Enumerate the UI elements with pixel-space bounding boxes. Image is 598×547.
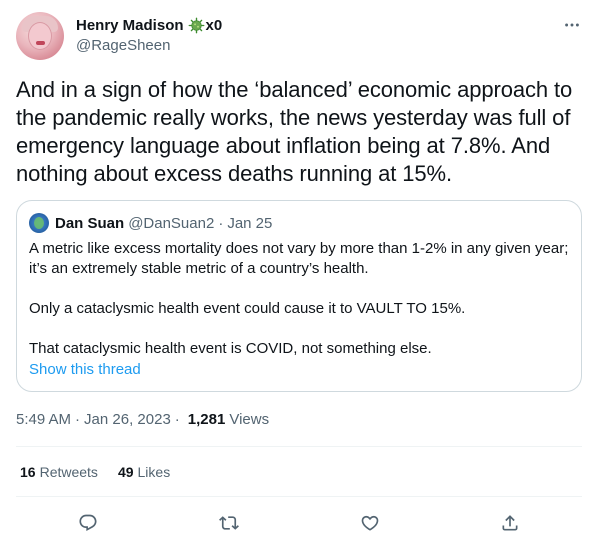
quoted-tweet[interactable]: Dan Suan @DanSuan2 · Jan 25 A metric lik… bbox=[16, 200, 582, 392]
action-bar bbox=[16, 510, 582, 536]
tweet-time[interactable]: 5:49 AM bbox=[16, 411, 71, 428]
retweets-stat[interactable]: 16 Retweets bbox=[20, 464, 98, 480]
reply-button[interactable] bbox=[75, 510, 101, 536]
retweet-button[interactable] bbox=[216, 510, 242, 536]
author-display-name[interactable]: Henry Madison bbox=[76, 17, 184, 34]
like-button[interactable] bbox=[357, 510, 383, 536]
quoted-author-avatar bbox=[29, 213, 49, 233]
quoted-tweet-text: A metric like excess mortality does not … bbox=[29, 239, 571, 359]
likes-stat[interactable]: 49 Likes bbox=[118, 464, 170, 480]
meta-separator: · bbox=[174, 411, 180, 428]
author-name-row[interactable]: Henry Madison x0 bbox=[76, 14, 222, 36]
quoted-date: Jan 25 bbox=[227, 214, 273, 232]
quoted-tweet-header: Dan Suan @DanSuan2 · Jan 25 bbox=[29, 213, 272, 233]
quoted-paragraph: A metric like excess mortality does not … bbox=[29, 240, 569, 277]
more-icon bbox=[565, 23, 579, 27]
retweets-label: Retweets bbox=[39, 464, 98, 480]
author-handle[interactable]: @RageSheen bbox=[76, 37, 170, 54]
author-avatar[interactable] bbox=[16, 12, 64, 60]
quoted-paragraph: Only a cataclysmic health event could ca… bbox=[29, 300, 466, 317]
more-options-button[interactable] bbox=[561, 14, 583, 36]
avatar-face bbox=[28, 22, 52, 50]
heart-icon bbox=[361, 515, 379, 531]
divider bbox=[16, 446, 582, 447]
avatar-lips bbox=[36, 41, 45, 45]
virus-icon bbox=[188, 17, 205, 34]
retweets-count: 16 bbox=[20, 464, 36, 480]
retweet-icon bbox=[219, 516, 239, 530]
likes-count: 49 bbox=[117, 464, 134, 480]
share-icon bbox=[502, 515, 518, 531]
reply-icon bbox=[79, 514, 97, 532]
quoted-author-handle: @DanSuan2 bbox=[128, 214, 215, 232]
quoted-paragraph: That cataclysmic health event is COVID, … bbox=[29, 340, 432, 357]
engagement-stats: 16 Retweets 49 Likes bbox=[20, 464, 170, 480]
tweet-container: Henry Madison x0 @RageSheen And in a sig… bbox=[0, 0, 598, 547]
quoted-author-display-name: Dan Suan bbox=[55, 214, 125, 232]
show-thread-link[interactable]: Show this thread bbox=[29, 361, 141, 378]
views-count: 1,281 bbox=[187, 411, 226, 428]
author-name-suffix: x0 bbox=[205, 16, 223, 34]
likes-label: Likes bbox=[137, 464, 171, 480]
quoted-separator: · bbox=[218, 214, 224, 232]
views-label: Views bbox=[229, 411, 270, 428]
share-button[interactable] bbox=[497, 510, 523, 536]
tweet-meta: 5:49 AM · Jan 26, 2023 · 1,281 Views bbox=[16, 411, 269, 428]
tweet-date[interactable]: Jan 26, 2023 bbox=[84, 411, 171, 428]
tweet-text: And in a sign of how the ‘balanced’ econ… bbox=[16, 77, 573, 186]
meta-separator: · bbox=[75, 411, 81, 428]
divider bbox=[16, 496, 582, 497]
